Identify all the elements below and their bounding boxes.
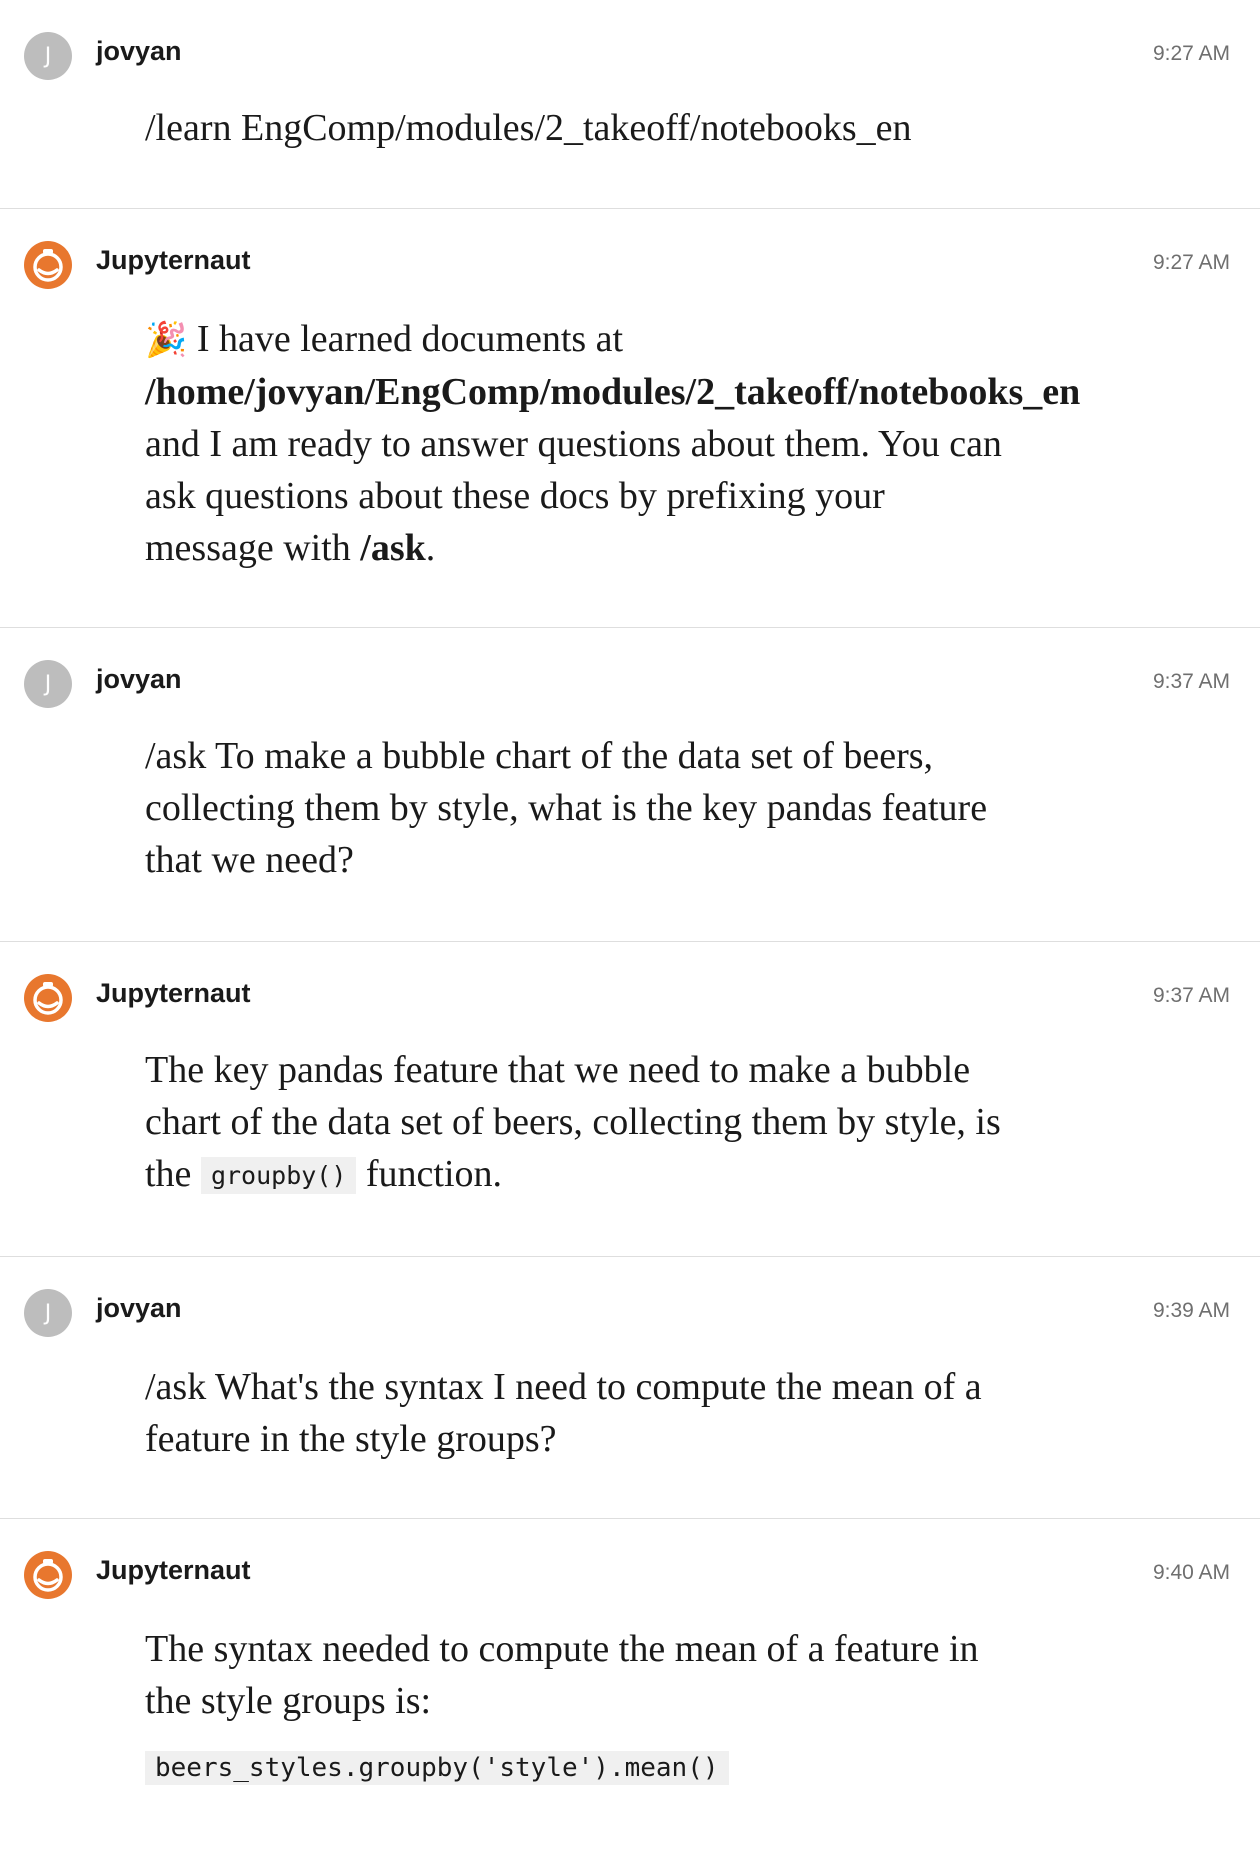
chat-message: J jovyan 9:39 AM /ask What's the syntax … xyxy=(0,1257,1260,1519)
sender-name: jovyan xyxy=(96,1293,182,1323)
message-body: The key pandas feature that we need to m… xyxy=(145,1049,1001,1195)
jupyternaut-avatar xyxy=(24,1551,72,1599)
user-avatar: J xyxy=(24,32,72,80)
message-timestamp: 9:37 AM xyxy=(1152,984,1230,1007)
chat-message: J jovyan 9:37 AM /ask To make a bubble c… xyxy=(0,628,1260,942)
message-timestamp: 9:27 AM xyxy=(1152,251,1230,274)
ask-command: /ask xyxy=(360,527,426,569)
sender-name: Jupyternaut xyxy=(96,978,251,1008)
inline-code: groupby() xyxy=(200,1157,357,1194)
sender-name: Jupyternaut xyxy=(96,245,251,275)
sender-name: jovyan xyxy=(96,664,182,694)
sender-name: jovyan xyxy=(96,36,182,66)
jupyternaut-avatar xyxy=(24,241,72,289)
code-block: beers_styles.groupby('style').mean() xyxy=(145,1751,729,1785)
message-timestamp: 9:39 AM xyxy=(1152,1299,1230,1322)
learned-path: /home/jovyan/EngComp/modules/2_takeoff/n… xyxy=(145,371,1081,413)
jupyternaut-logo-icon xyxy=(33,1559,63,1592)
user-avatar: J xyxy=(24,660,72,708)
party-popper-icon: 🎉 xyxy=(145,320,188,360)
message-body: /learn EngComp/modules/2_takeoff/noteboo… xyxy=(145,107,912,149)
message-body: 🎉 I have learned documents at /home/jovy… xyxy=(145,318,1081,569)
chat-message: Jupyternaut 9:27 AM 🎉 I have learned doc… xyxy=(0,209,1260,628)
message-body: /ask To make a bubble chart of the data … xyxy=(145,735,988,881)
jupyternaut-avatar xyxy=(24,974,72,1022)
message-timestamp: 9:37 AM xyxy=(1152,670,1230,693)
chat-message: J jovyan 9:27 AM /learn EngComp/modules/… xyxy=(0,0,1260,209)
sender-name: Jupyternaut xyxy=(96,1555,251,1585)
jupyternaut-logo-icon xyxy=(33,982,63,1015)
message-timestamp: 9:40 AM xyxy=(1152,1561,1230,1584)
message-body: /ask What's the syntax I need to compute… xyxy=(145,1366,982,1460)
jupyternaut-logo-icon xyxy=(33,249,63,282)
chat-message: Jupyternaut 9:37 AM The key pandas featu… xyxy=(0,942,1260,1257)
chat-message: Jupyternaut 9:40 AM The syntax needed to… xyxy=(0,1519,1260,1866)
message-timestamp: 9:27 AM xyxy=(1152,42,1230,65)
user-avatar: J xyxy=(24,1289,72,1337)
message-body: The syntax needed to compute the mean of… xyxy=(145,1628,979,1785)
